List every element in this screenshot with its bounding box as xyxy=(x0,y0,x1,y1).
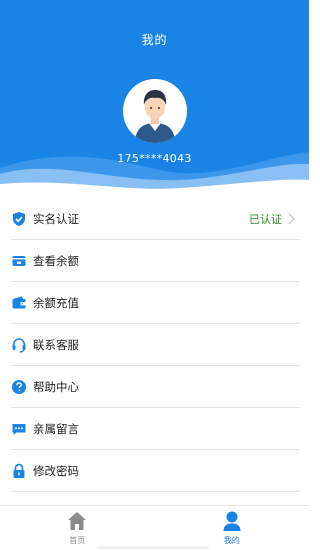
tab-home[interactable]: 首页 xyxy=(0,506,155,550)
chevron-right-icon xyxy=(288,213,295,225)
avatar[interactable] xyxy=(123,79,187,143)
user-icon xyxy=(223,511,241,531)
menu-item-label: 查看余额 xyxy=(33,254,79,268)
tab-mine-label: 我的 xyxy=(223,536,240,545)
menu-item-label: 亲属留言 xyxy=(33,422,79,436)
shield-check-icon xyxy=(11,211,27,227)
chat-bubble-icon xyxy=(11,421,27,437)
menu-item-change-password[interactable]: 修改密码 xyxy=(0,450,309,492)
avatar-person-icon xyxy=(123,79,187,143)
menu-item-label: 修改密码 xyxy=(33,464,79,478)
menu-item-real-name-verification[interactable]: 实名认证 已认证 xyxy=(0,198,309,240)
menu-item-family-messages[interactable]: 亲属留言 xyxy=(0,408,309,450)
bottom-tab-bar: 首页 我的 xyxy=(0,505,309,550)
tab-mine[interactable]: 我的 xyxy=(155,506,310,550)
user-phone-number: 175****4043 xyxy=(117,152,192,165)
profile-header: 我的 175****4043 xyxy=(0,0,309,198)
question-circle-icon xyxy=(11,379,27,395)
menu-item-help-center[interactable]: 帮助中心 xyxy=(0,366,309,408)
wallet-card-icon xyxy=(11,253,27,269)
verification-status: 已认证 xyxy=(249,213,282,226)
lock-icon xyxy=(11,463,27,479)
menu-item-label: 联系客服 xyxy=(33,338,79,352)
wallet-icon xyxy=(11,295,27,311)
menu-item-label: 实名认证 xyxy=(33,212,79,226)
tab-home-label: 首页 xyxy=(69,536,86,545)
menu-item-contact-support[interactable]: 联系客服 xyxy=(0,324,309,366)
headset-icon xyxy=(11,337,27,353)
menu-item-view-balance[interactable]: 查看余额 xyxy=(0,240,309,282)
menu-item-balance-recharge[interactable]: 余额充值 xyxy=(0,282,309,324)
home-indicator xyxy=(98,546,210,549)
wave-decoration xyxy=(0,152,309,198)
menu-item-label: 帮助中心 xyxy=(33,380,79,394)
page-title: 我的 xyxy=(141,33,168,47)
menu-item-label: 余额充值 xyxy=(33,296,79,310)
menu-list: 实名认证 已认证 查看余额 余额充值 联系客服 帮助中心 亲属留言 修改密码 xyxy=(0,198,309,492)
home-icon xyxy=(68,512,87,530)
